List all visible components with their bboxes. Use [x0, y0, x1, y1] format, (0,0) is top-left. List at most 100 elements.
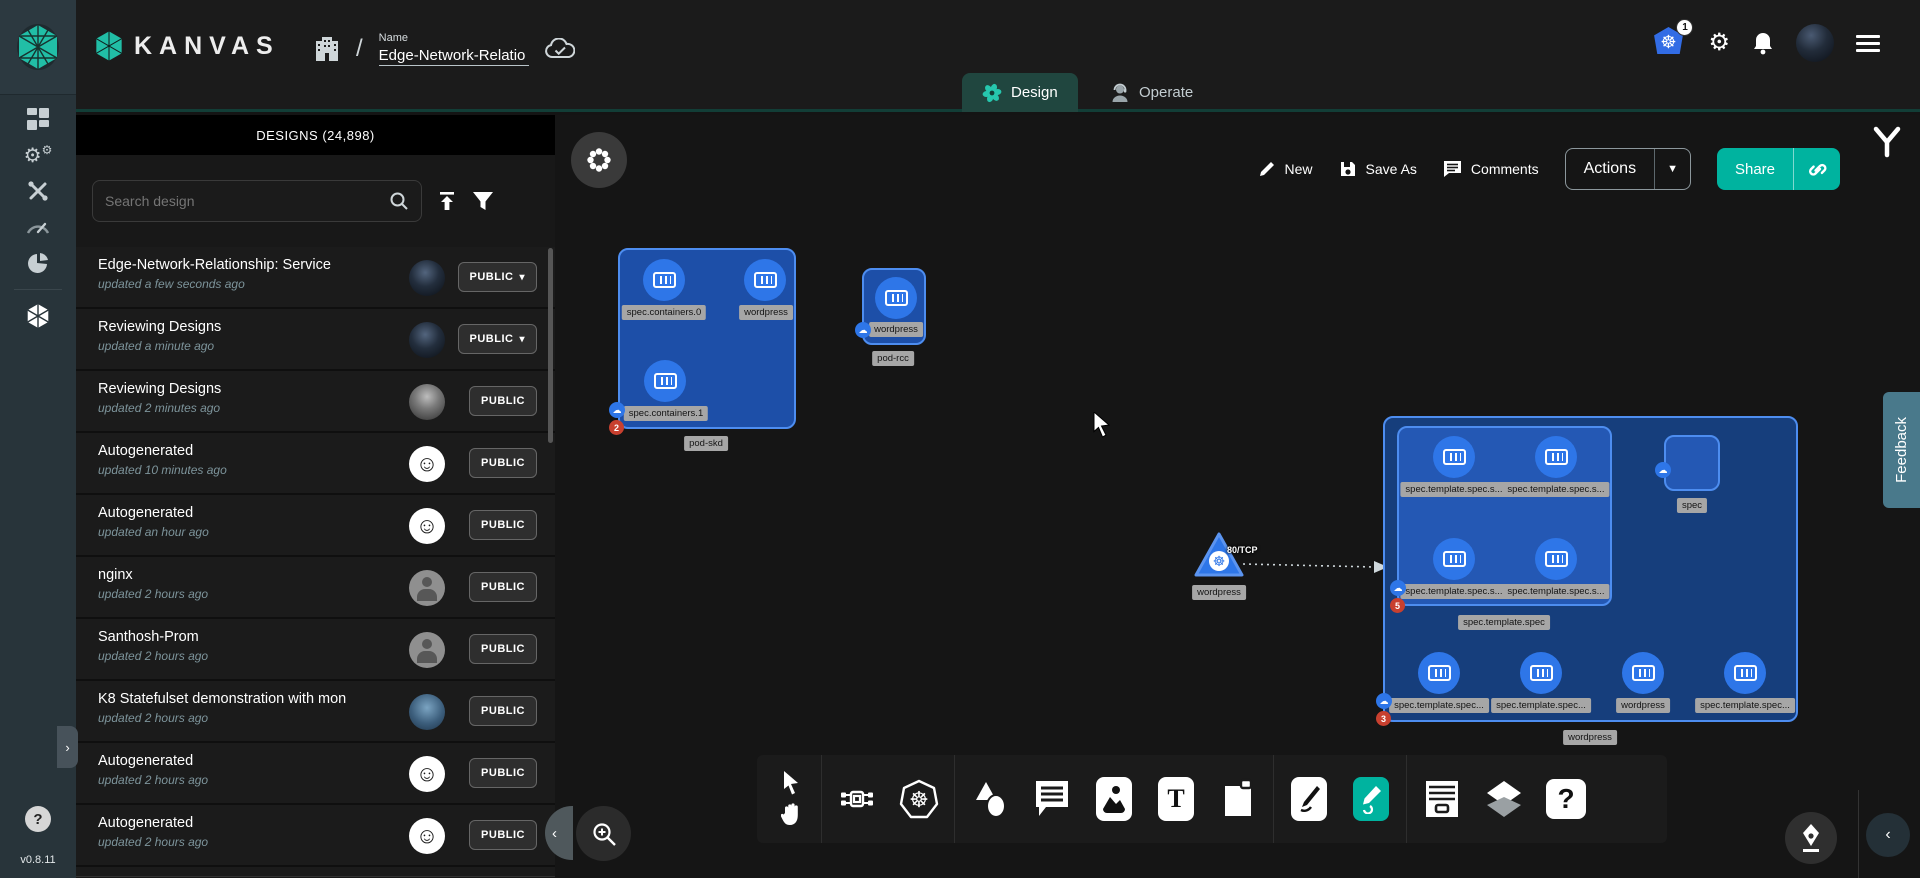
user-avatar[interactable] [1796, 24, 1834, 62]
hamburger-menu-icon[interactable] [1856, 35, 1880, 52]
filter-icon[interactable] [472, 191, 494, 211]
visibility-chip[interactable]: PUBLIC [469, 510, 537, 540]
visibility-chip[interactable]: PUBLIC [458, 262, 537, 292]
drawer-tool[interactable] [1411, 768, 1473, 830]
node-spec[interactable] [1664, 435, 1720, 491]
sidebar-item-toolkit[interactable] [0, 173, 76, 209]
design-list-item[interactable]: nginx updated 2 hours ago PUBLIC [76, 557, 555, 619]
kanvas-brand[interactable]: KANVAS [94, 30, 280, 62]
import-design-icon[interactable] [436, 190, 458, 212]
visibility-label: PUBLIC [481, 457, 525, 469]
text-tool[interactable]: T [1145, 768, 1207, 830]
share-button[interactable]: Share [1717, 148, 1793, 190]
hierarchy-y-icon[interactable] [1872, 126, 1902, 158]
container-node[interactable] [744, 259, 786, 301]
tab-design[interactable]: Design [962, 73, 1078, 112]
sidebar-item-kanvas[interactable] [0, 298, 76, 334]
sidebar-expand-button[interactable]: › [57, 726, 78, 768]
copy-link-button[interactable] [1793, 148, 1840, 190]
organization-icon[interactable] [314, 35, 340, 63]
design-canvas[interactable]: New Save As Comments Actions ▼ Share [555, 115, 1920, 878]
node-group-wordpress-deployment[interactable]: spec.template.spec.s... spec.template.sp… [1383, 416, 1798, 722]
design-name-input[interactable] [379, 46, 529, 66]
pan-hand-tool[interactable] [781, 803, 803, 827]
container-node[interactable] [1535, 436, 1577, 478]
comments-button[interactable]: Comments [1443, 160, 1539, 178]
actions-caret-button[interactable]: ▼ [1654, 149, 1690, 189]
visibility-chip[interactable]: PUBLIC [469, 634, 537, 664]
design-list-item[interactable]: Reviewing Designs updated 2 minutes ago … [76, 371, 555, 433]
sidebar-item-dashboard[interactable] [0, 101, 76, 137]
pod-badge-icon: ☁ [1655, 462, 1671, 478]
design-list-item[interactable]: Autogenerated updated 2 hours ago PUBLIC [76, 805, 555, 867]
visibility-chip[interactable]: PUBLIC [469, 758, 537, 788]
dock-toggle-button[interactable] [571, 132, 627, 188]
k8s-context-switcher[interactable]: ☸ 1 [1652, 27, 1686, 59]
visibility-chip[interactable]: PUBLIC [469, 448, 537, 478]
design-owner-avatar [409, 818, 445, 854]
tab-operate[interactable]: Operate [1090, 73, 1213, 112]
select-cursor-tool[interactable] [782, 771, 802, 795]
sidebar-item-catalog[interactable] [0, 245, 76, 281]
design-mode-button[interactable] [1785, 812, 1837, 864]
container-node[interactable] [644, 360, 686, 402]
search-input[interactable] [105, 193, 389, 209]
node-group-spec-template-spec[interactable]: spec.template.spec.s... spec.template.sp… [1397, 426, 1612, 606]
container-node[interactable] [1622, 652, 1664, 694]
container-node[interactable] [1724, 652, 1766, 694]
design-list-item[interactable]: Edge-Network-Relationship: Service updat… [76, 247, 555, 309]
container-node[interactable] [1520, 652, 1562, 694]
container-node[interactable] [643, 259, 685, 301]
layers-tool[interactable] [1473, 768, 1535, 830]
design-list-item[interactable]: Autogenerated updated 2 hours ago PUBLIC [76, 743, 555, 805]
node-label: spec.template.spec... [1695, 698, 1795, 713]
container-node[interactable] [1535, 538, 1577, 580]
freehand-draw-tool-active[interactable] [1340, 768, 1402, 830]
shapes-tool[interactable] [959, 768, 1021, 830]
components-tool[interactable] [826, 768, 888, 830]
design-owner-avatar [409, 384, 445, 420]
save-as-button[interactable]: Save As [1339, 160, 1417, 178]
kubernetes-components-tool[interactable]: ☸ [888, 768, 950, 830]
design-list-scrollbar[interactable] [548, 248, 553, 443]
container-node[interactable] [1433, 538, 1475, 580]
design-list-item[interactable]: Santhosh-Prom updated 2 hours ago PUBLIC [76, 619, 555, 681]
visibility-chip[interactable]: PUBLIC [469, 386, 537, 416]
visibility-chip[interactable]: PUBLIC [458, 324, 537, 354]
container-node[interactable] [1433, 436, 1475, 478]
image-tool[interactable] [1083, 768, 1145, 830]
new-button[interactable]: New [1258, 160, 1313, 178]
container-node[interactable] [875, 277, 917, 319]
settings-gear-icon[interactable]: ⚙ [1708, 31, 1730, 55]
sidebar-item-settings[interactable]: ⚙⚙ [0, 137, 76, 173]
design-list: Edge-Network-Relationship: Service updat… [76, 247, 555, 878]
meshery-logo-tile[interactable] [0, 0, 76, 95]
pen-tool[interactable] [1278, 768, 1340, 830]
notifications-bell-icon[interactable] [1752, 31, 1774, 55]
comments-icon [1443, 160, 1462, 178]
feedback-tab[interactable]: Feedback [1883, 392, 1920, 508]
zoom-in-button[interactable] [576, 806, 631, 861]
design-list-item[interactable]: Autogenerated updated 10 minutes ago PUB… [76, 433, 555, 495]
sidebar-item-performance[interactable] [0, 209, 76, 245]
design-list-item[interactable]: Reviewing Designs updated a minute ago P… [76, 309, 555, 371]
sticky-note-tool[interactable] [1207, 768, 1269, 830]
design-name: nginx [98, 567, 348, 583]
help-tool[interactable]: ? [1535, 768, 1597, 830]
right-panel-toggle-button[interactable]: ‹ [1866, 813, 1910, 857]
design-list-item[interactable]: K8 Statefulset demonstration with mon up… [76, 681, 555, 743]
search-icon[interactable] [389, 191, 409, 211]
design-list-item[interactable]: Autogenerated updated an hour ago PUBLIC [76, 495, 555, 557]
comment-tool[interactable] [1021, 768, 1083, 830]
container-node[interactable] [1418, 652, 1460, 694]
service-node-wordpress[interactable]: ☸ [1193, 531, 1245, 579]
new-label: New [1285, 161, 1313, 177]
visibility-chip[interactable]: PUBLIC [469, 820, 537, 850]
visibility-chip[interactable]: PUBLIC [469, 572, 537, 602]
brand-name: KANVAS [134, 32, 280, 61]
node-group-pod-rcc[interactable]: wordpress ☁ [862, 268, 926, 345]
help-button[interactable]: ? [25, 806, 51, 832]
visibility-chip[interactable]: PUBLIC [469, 696, 537, 726]
node-group-pod-skd[interactable]: spec.containers.0 wordpress spec.contain… [618, 248, 796, 429]
actions-button[interactable]: Actions [1566, 149, 1654, 189]
